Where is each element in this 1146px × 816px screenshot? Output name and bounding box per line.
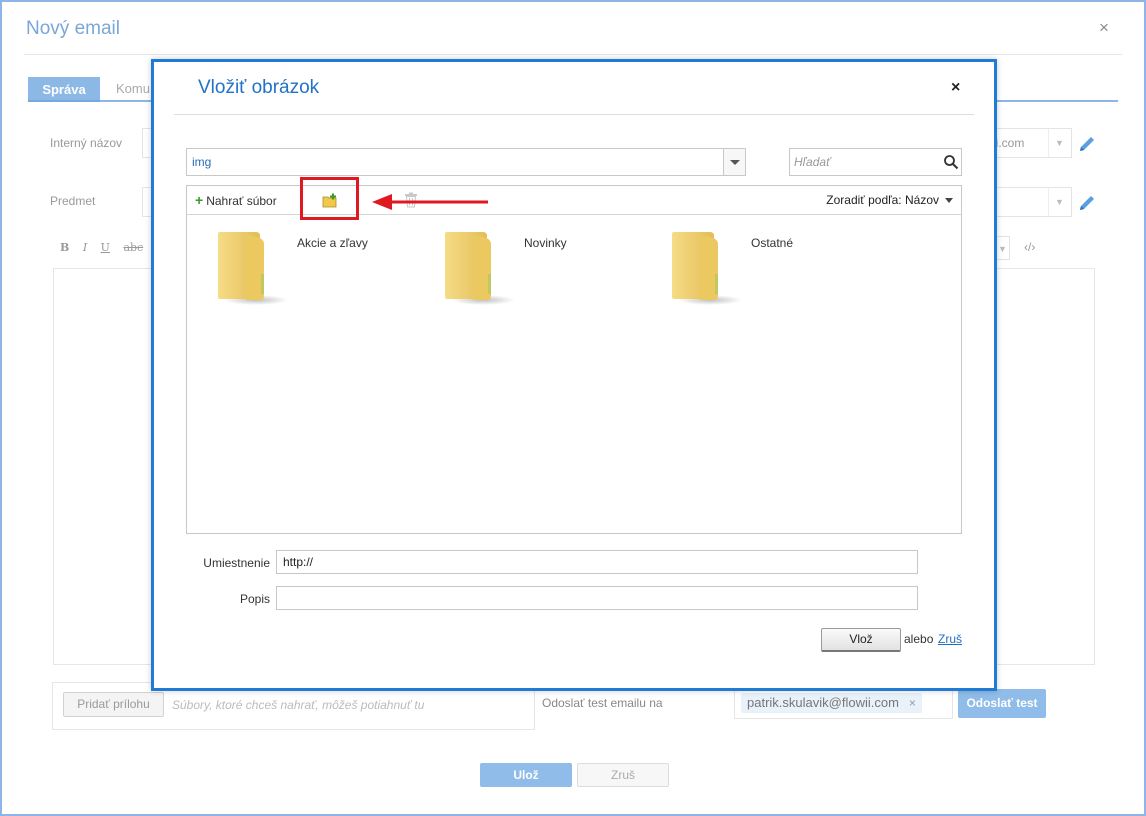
add-attachment-button[interactable]: Pridať prílohu	[63, 692, 164, 717]
folder-name: Novinky	[524, 236, 567, 250]
pencil-icon[interactable]	[1077, 134, 1097, 154]
editor-toolbar: B I U abc	[60, 241, 153, 254]
chevron-down-icon[interactable]	[723, 149, 745, 175]
tab-sprava[interactable]: Správa	[28, 77, 100, 102]
or-text: alebo	[904, 632, 934, 646]
tab-komu[interactable]: Komu	[116, 81, 150, 96]
format-dropdown-arrow[interactable]: ▼	[996, 236, 1010, 260]
bold-button[interactable]: B	[60, 241, 69, 254]
sort-dropdown[interactable]: Zoradiť podľa: Názov	[826, 193, 953, 207]
test-email-chip-text: patrik.skulavik@flowii.com	[747, 695, 899, 710]
chevron-down-icon	[945, 198, 953, 204]
attachment-hint: Súbory, ktoré chceš nahrať, môžeš potiah…	[172, 698, 425, 712]
search-input[interactable]	[794, 153, 939, 171]
search-icon[interactable]	[943, 154, 959, 170]
folder-icon	[445, 232, 515, 305]
folder-path-select[interactable]: img	[186, 148, 746, 176]
folder-icon	[672, 232, 742, 305]
pencil-icon[interactable]	[1077, 193, 1097, 213]
upload-file-button[interactable]: + Nahrať súbor	[195, 192, 277, 208]
strikethrough-button[interactable]: abc	[123, 241, 143, 254]
folder-name: Akcie a zľavy	[297, 236, 368, 250]
file-browser: + Nahrať súbor Zoradiť podľa: Názov Akcie…	[186, 185, 962, 534]
description-input[interactable]	[276, 586, 918, 610]
save-button[interactable]: Ulož	[480, 763, 572, 787]
sender-value: ii.com	[993, 136, 1025, 150]
cancel-button[interactable]: Zruš	[577, 763, 669, 787]
upload-file-label: Nahrať súbor	[206, 194, 277, 208]
dialog-title: Vložiť obrázok	[198, 77, 320, 98]
annotation-arrow-icon	[372, 194, 488, 210]
folder-item[interactable]: Novinky	[443, 230, 643, 310]
folder-path-value: img	[192, 155, 212, 169]
folder-icon	[218, 232, 288, 305]
subject-dropdown-arrow[interactable]: ▼	[1048, 188, 1070, 216]
dialog-close-button[interactable]: ×	[951, 79, 960, 97]
highlight-box	[300, 177, 359, 220]
description-label: Popis	[239, 592, 270, 606]
location-label: Umiestnenie	[203, 556, 270, 570]
folder-item[interactable]: Ostatné	[670, 230, 870, 310]
title-divider	[24, 54, 1122, 55]
folder-item[interactable]: Akcie a zľavy	[216, 230, 416, 310]
underline-button[interactable]: U	[101, 241, 110, 254]
italic-button[interactable]: I	[83, 241, 87, 254]
dialog-title-divider	[174, 114, 974, 115]
chip-remove-icon[interactable]: ×	[909, 696, 916, 710]
sort-label: Zoradiť podľa: Názov	[826, 193, 939, 207]
search-box[interactable]	[789, 148, 962, 176]
location-input[interactable]	[276, 550, 918, 574]
window-title: Nový email	[26, 18, 120, 39]
window-close-button[interactable]: ×	[1099, 18, 1109, 38]
cancel-link[interactable]: Zruš	[938, 632, 962, 646]
subject-label: Predmet	[50, 194, 96, 208]
plus-icon: +	[195, 192, 204, 208]
test-email-chip: patrik.skulavik@flowii.com ×	[741, 693, 922, 713]
folder-name: Ostatné	[751, 236, 794, 250]
test-email-label: Odoslať test emailu na	[542, 696, 663, 710]
sender-dropdown-arrow[interactable]: ▼	[1048, 129, 1070, 157]
send-test-button[interactable]: Odoslať test	[958, 689, 1046, 718]
internal-name-label: Interný názov	[50, 136, 123, 150]
source-code-button[interactable]: ‹/›	[1024, 240, 1035, 254]
insert-button[interactable]: Vlož	[821, 628, 901, 652]
